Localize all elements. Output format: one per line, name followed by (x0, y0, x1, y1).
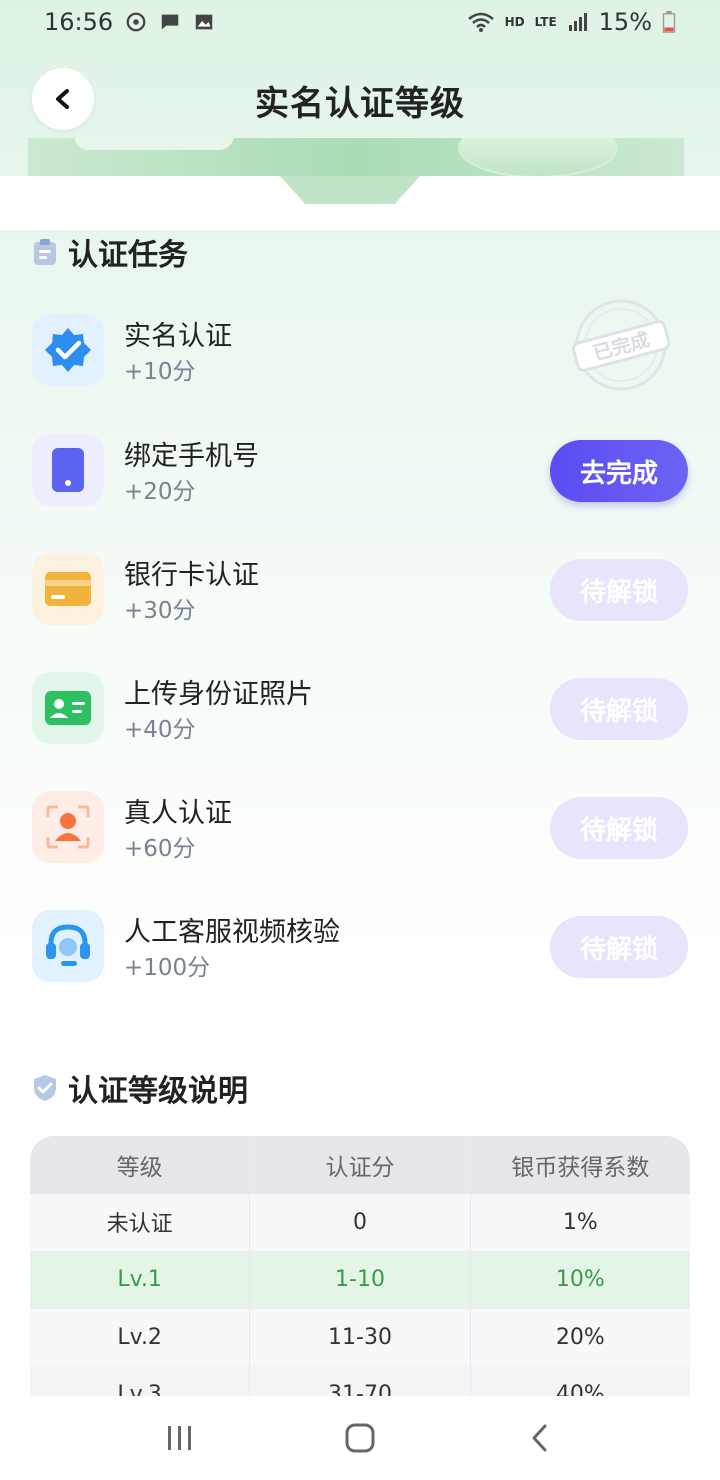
system-nav-bar (0, 1396, 720, 1480)
locked-button[interactable]: 待解锁 (550, 916, 688, 978)
page-title: 实名认证等级 (255, 84, 465, 124)
table-cell: 未认证 (30, 1193, 251, 1251)
column-header: 银币获得系数 (511, 1154, 650, 1181)
tasks-section-header: 认证任务 (32, 230, 188, 274)
clipboard-icon (34, 239, 56, 265)
completed-stamp-icon: 已完成 (572, 299, 671, 391)
home-button[interactable] (330, 1408, 390, 1468)
task-points: +40分 (124, 717, 196, 743)
task-points: +20分 (124, 479, 196, 505)
column-header: 等级 (30, 1136, 251, 1194)
task-item-face-verify: 真人认证 +60分 待解锁 (32, 783, 688, 873)
table-cell: Lv.3 (30, 1366, 251, 1396)
banner-image (28, 138, 684, 178)
task-item-upload-id: 上传身份证照片 +40分 待解锁 (32, 664, 688, 754)
table-row: 未认证 0 1% (30, 1193, 690, 1251)
task-name: 上传身份证照片 (124, 679, 313, 710)
table-header-row: 等级 认证分 银币获得系数 (30, 1136, 690, 1194)
table-cell: 0 (250, 1193, 471, 1251)
verified-badge-icon (32, 314, 104, 386)
table-cell: Lv.2 (30, 1308, 251, 1366)
table-cell: 40% (555, 1382, 605, 1396)
task-points: +30分 (124, 598, 196, 624)
table-row-current: Lv.1 1-10 10% (30, 1251, 690, 1309)
table-cell: 1% (562, 1209, 598, 1235)
message-icon (161, 14, 179, 30)
image-icon (195, 14, 213, 30)
task-name: 真人认证 (124, 798, 232, 829)
task-points: +10分 (124, 359, 196, 385)
home-icon (345, 1423, 375, 1453)
hd-label: HD (504, 15, 525, 29)
phone-icon (32, 434, 104, 506)
recent-apps-icon (168, 1426, 191, 1450)
task-item-bank-card: 银行卡认证 +30分 待解锁 (32, 545, 688, 635)
signal-icon (568, 13, 587, 31)
task-name: 实名认证 (124, 321, 232, 352)
tasks-section-title: 认证任务 (68, 238, 188, 273)
shield-icon (34, 1075, 56, 1101)
task-name: 人工客服视频核验 (124, 917, 340, 948)
headset-icon (32, 910, 104, 982)
battery-icon (662, 11, 676, 33)
table-cell: 20% (555, 1324, 605, 1350)
level-table: 等级 认证分 银币获得系数 未认证 0 1% Lv.1 1-10 10% Lv.… (30, 1136, 690, 1396)
levels-section-title: 认证等级说明 (68, 1074, 248, 1109)
status-time: 16:56 (44, 8, 114, 36)
battery-percent: 15% (598, 8, 652, 36)
table-cell: 10% (555, 1267, 605, 1293)
task-points: +100分 (124, 955, 211, 981)
table-cell: 11-30 (250, 1308, 471, 1366)
table-cell: 31-70 (250, 1366, 471, 1396)
system-back-button[interactable] (510, 1408, 570, 1468)
table-cell: Lv.1 (30, 1251, 251, 1309)
bank-card-icon (32, 553, 104, 625)
recent-apps-button[interactable] (150, 1408, 210, 1468)
task-points: +60分 (124, 836, 196, 862)
task-item-video-verify: 人工客服视频核验 +100分 待解锁 (32, 902, 688, 992)
levels-section-header: 认证等级说明 (32, 1066, 248, 1110)
table-row: Lv.2 11-30 20% (30, 1308, 690, 1366)
lte-label: LTE (534, 15, 557, 29)
locked-button[interactable]: 待解锁 (550, 678, 688, 740)
header: 实名认证等级 (0, 60, 720, 144)
task-name: 绑定手机号 (124, 441, 259, 472)
back-arrow-icon (532, 1424, 547, 1452)
face-scan-icon (32, 791, 104, 863)
task-item-real-name: 实名认证 +10分 已完成 (32, 299, 688, 396)
locked-button[interactable]: 待解锁 (550, 559, 688, 621)
sync-icon (126, 12, 146, 32)
task-name: 银行卡认证 (124, 560, 259, 591)
go-complete-button[interactable]: 去完成 (550, 440, 688, 502)
id-card-icon (32, 672, 104, 744)
status-bar: 16:56 HD LTE 15% (0, 0, 720, 44)
table-cell: 1-10 (250, 1251, 471, 1309)
column-header: 认证分 (250, 1136, 471, 1194)
table-row: Lv.3 31-70 40% (30, 1366, 690, 1396)
task-item-bind-phone: 绑定手机号 +20分 去完成 (32, 426, 688, 516)
wifi-icon (467, 12, 494, 32)
locked-button[interactable]: 待解锁 (550, 797, 688, 859)
